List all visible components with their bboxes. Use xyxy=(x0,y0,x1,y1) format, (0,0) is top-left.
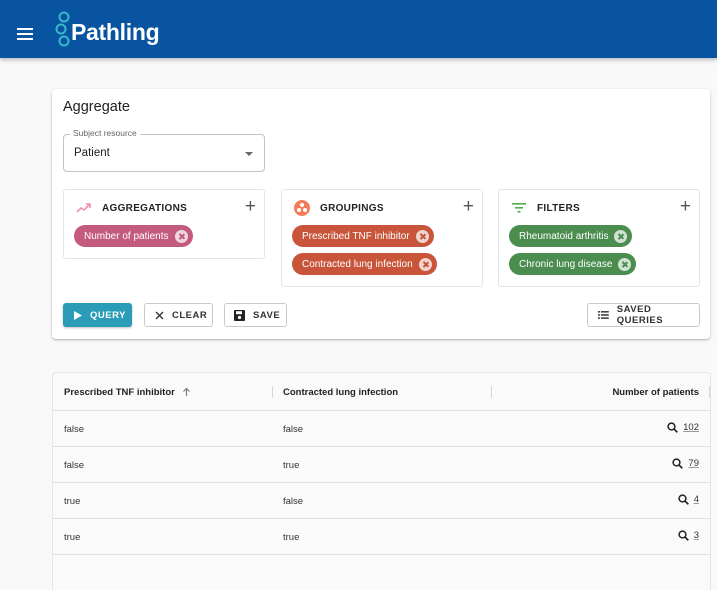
aggregations-panel: AGGREGATIONS + Number of patients xyxy=(63,189,265,259)
patient-count-link[interactable]: 79 xyxy=(688,458,699,469)
results-table: Prescribed TNF inhibitor Contracted lung… xyxy=(52,372,711,590)
search-icon[interactable] xyxy=(678,494,689,505)
remove-chip-icon[interactable] xyxy=(618,257,632,271)
page-title: Aggregate xyxy=(63,99,130,115)
patient-count-link[interactable]: 3 xyxy=(694,530,699,541)
app-title: Pathling xyxy=(71,19,160,45)
arrow-up-icon xyxy=(182,387,190,396)
filter-chip[interactable]: Rheumatoid arthritis xyxy=(509,225,633,247)
subject-resource-value: Patient xyxy=(74,147,110,159)
search-icon[interactable] xyxy=(667,422,679,433)
grouping-chip[interactable]: Contracted lung infection xyxy=(292,253,437,275)
filters-title: FILTERS xyxy=(537,203,581,214)
search-icon[interactable] xyxy=(672,458,684,469)
patient-count-link[interactable]: 102 xyxy=(683,422,699,433)
add-filter-button[interactable]: + xyxy=(680,197,691,216)
groupings-title: GROUPINGS xyxy=(320,203,384,214)
workspaces-icon xyxy=(294,200,310,216)
trending-up-icon xyxy=(76,203,91,213)
aggregate-card: Aggregate Subject resource Patient AGGRE… xyxy=(52,89,710,339)
app-bar: Pathling xyxy=(0,0,717,58)
column-separator[interactable] xyxy=(709,386,710,398)
aggregations-title: AGGREGATIONS xyxy=(102,203,188,214)
table-row: false false 102 xyxy=(53,411,710,447)
grouping-chip[interactable]: Prescribed TNF inhibitor xyxy=(292,225,434,247)
patient-count-link[interactable]: 4 xyxy=(694,494,699,505)
column-header-lung[interactable]: Contracted lung infection xyxy=(283,387,398,398)
remove-chip-icon[interactable] xyxy=(418,257,432,271)
table-row: true true 3 xyxy=(53,519,710,555)
add-grouping-button[interactable]: + xyxy=(463,197,474,216)
save-button[interactable]: SAVE xyxy=(224,303,287,327)
table-header: Prescribed TNF inhibitor Contracted lung… xyxy=(53,373,710,411)
search-icon[interactable] xyxy=(678,530,689,541)
play-icon xyxy=(74,310,82,320)
menu-icon[interactable] xyxy=(17,28,33,42)
subject-resource-label: Subject resource xyxy=(70,128,140,138)
remove-chip-icon[interactable] xyxy=(415,229,429,243)
save-icon xyxy=(234,309,245,321)
logo: Pathling xyxy=(51,10,160,50)
table-row: false true 79 xyxy=(53,447,710,483)
add-aggregation-button[interactable]: + xyxy=(245,197,256,216)
filter-icon xyxy=(512,203,526,213)
dropdown-arrow-icon xyxy=(245,152,253,156)
table-row: true false 4 xyxy=(53,483,710,519)
column-separator[interactable] xyxy=(272,386,273,398)
aggregation-chip[interactable]: Number of patients xyxy=(74,225,193,247)
remove-chip-icon[interactable] xyxy=(174,229,188,243)
list-icon xyxy=(598,311,609,319)
clear-button[interactable]: CLEAR xyxy=(144,303,213,327)
close-icon xyxy=(155,311,164,319)
filter-chip[interactable]: Chronic lung disease xyxy=(509,253,637,275)
saved-queries-button[interactable]: SAVED QUERIES xyxy=(587,303,700,327)
query-button[interactable]: QUERY xyxy=(63,303,132,327)
column-header-count[interactable]: Number of patients xyxy=(612,387,699,398)
groupings-panel: GROUPINGS + Prescribed TNF inhibitor Con… xyxy=(281,189,483,287)
column-separator[interactable] xyxy=(491,386,492,398)
remove-chip-icon[interactable] xyxy=(614,229,628,243)
subject-resource-select[interactable]: Subject resource Patient xyxy=(63,128,265,172)
filters-panel: FILTERS + Rheumatoid arthritis Chronic l… xyxy=(498,189,700,287)
column-header-tnf[interactable]: Prescribed TNF inhibitor xyxy=(64,387,191,398)
